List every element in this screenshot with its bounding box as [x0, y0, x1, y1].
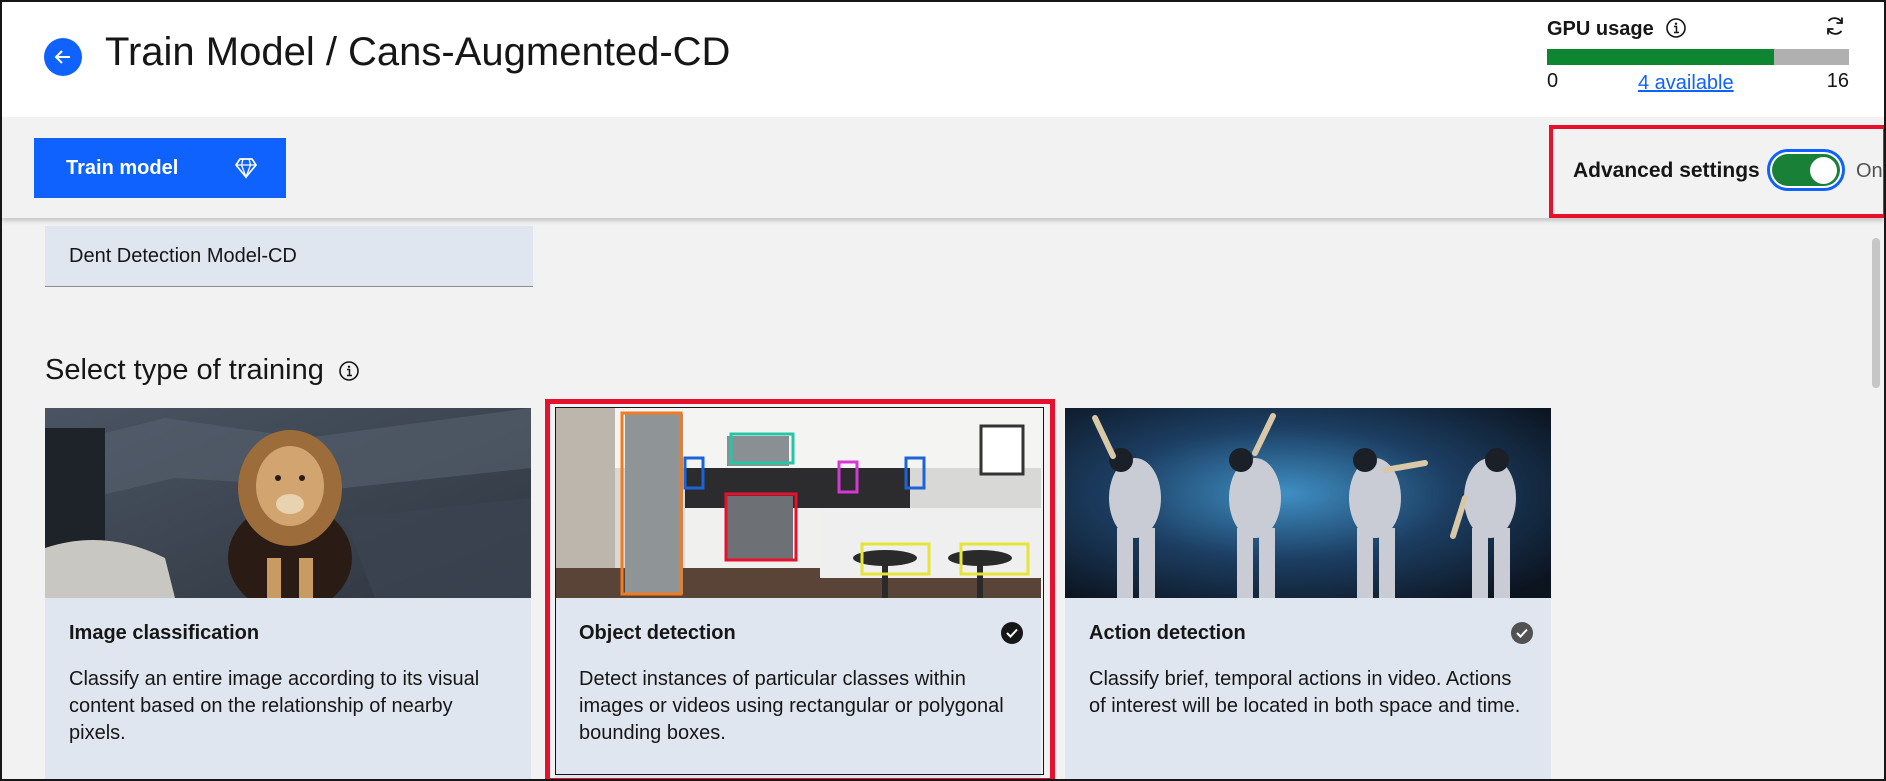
gpu-usage-label: GPU usage	[1547, 18, 1654, 40]
scrollbar-thumb[interactable]	[1872, 238, 1880, 388]
toggle-track	[1772, 154, 1840, 186]
info-icon[interactable]	[338, 360, 360, 382]
advanced-settings-toggle[interactable]	[1767, 149, 1845, 191]
training-card-action-detection[interactable]: Action detection Classify brief, tempora…	[1065, 408, 1551, 779]
training-type-heading: Select type of training	[45, 354, 360, 387]
page-title: Train Model / Cans-Augmented-CD	[105, 30, 731, 74]
main-content: Dent Detection Model-CD Select type of t…	[2, 218, 1864, 779]
checkmark-filled-icon	[1511, 622, 1533, 644]
gpu-available-link[interactable]: 4 available	[1638, 72, 1734, 95]
card-title: Action detection	[1089, 622, 1246, 644]
kitchen-image	[555, 408, 1041, 598]
back-button[interactable]	[44, 38, 82, 76]
model-name-field[interactable]: Dent Detection Model-CD	[45, 226, 533, 287]
refresh-icon[interactable]	[1823, 14, 1847, 43]
train-model-label: Train model	[66, 156, 179, 179]
train-model-button[interactable]: Train model	[34, 138, 286, 198]
training-type-title: Select type of training	[45, 354, 324, 386]
card-title: Object detection	[579, 622, 736, 644]
baseball-image	[1065, 408, 1551, 598]
toolbar: Train model Advanced settings On	[2, 117, 1884, 218]
app-window: Train Model / Cans-Augmented-CD GPU usag…	[0, 0, 1886, 781]
advanced-settings-highlight: Advanced settings On	[1549, 125, 1884, 218]
gpu-min-value: 0	[1547, 70, 1559, 92]
toggle-knob	[1810, 157, 1837, 184]
card-description: Classify an entire image according to it…	[69, 668, 480, 744]
advanced-settings-state: On	[1856, 160, 1883, 182]
lion-image	[45, 408, 531, 598]
info-icon[interactable]	[1665, 17, 1687, 44]
page-header: Train Model / Cans-Augmented-CD GPU usag…	[2, 2, 1884, 117]
gpu-usage-bar-fill	[1547, 49, 1774, 65]
training-card-image-classification[interactable]: Image classification Classify an entire …	[45, 408, 531, 779]
card-description: Detect instances of particular classes w…	[579, 668, 1004, 744]
card-title: Image classification	[69, 622, 260, 644]
diamond-icon	[234, 158, 258, 179]
vertical-scrollbar[interactable]	[1868, 218, 1884, 779]
gpu-usage-panel: GPU usage 0 4 available 16	[1547, 12, 1849, 102]
card-description: Classify brief, temporal actions in vide…	[1089, 668, 1521, 717]
checkmark-filled-icon	[1001, 622, 1023, 644]
advanced-settings-label: Advanced settings	[1573, 159, 1760, 182]
training-card-object-detection[interactable]: Object detection Detect instances of par…	[555, 408, 1041, 779]
gpu-max-value: 16	[1826, 70, 1849, 92]
arrow-left-icon	[54, 50, 70, 64]
gpu-usage-bar	[1547, 49, 1849, 65]
